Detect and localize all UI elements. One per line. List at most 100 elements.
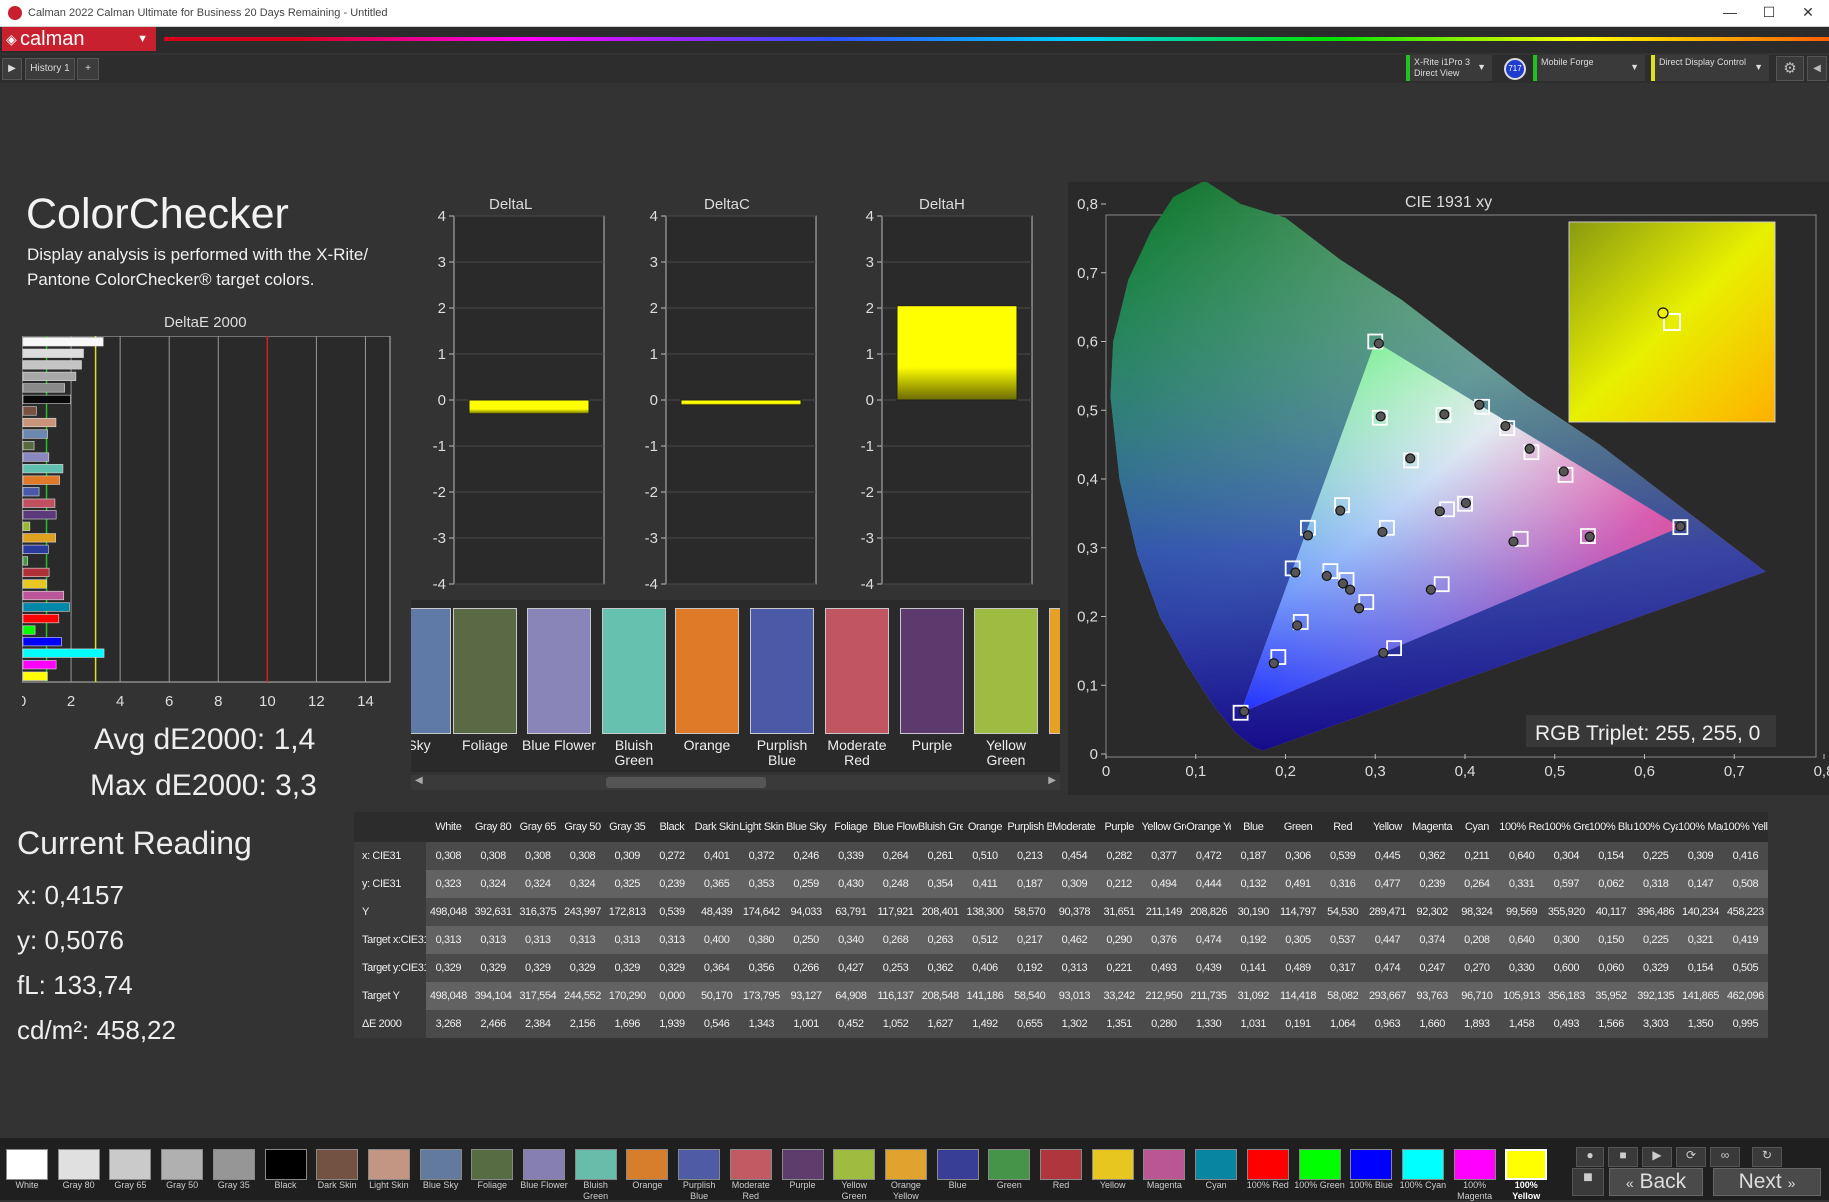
deltae-bar xyxy=(22,521,31,531)
stop-button[interactable]: ■ xyxy=(1572,1168,1604,1196)
play-button[interactable]: ▶ xyxy=(1642,1147,1672,1167)
bottom-swatch[interactable] xyxy=(212,1149,255,1180)
tab-scroll-left-button[interactable]: ▶ xyxy=(2,58,22,80)
bottom-swatch[interactable] xyxy=(109,1149,152,1180)
swatch-tile[interactable] xyxy=(974,608,1038,734)
bottom-swatch[interactable] xyxy=(1453,1149,1496,1180)
refresh-button[interactable]: ↻ xyxy=(1752,1147,1782,1167)
bottom-swatch[interactable] xyxy=(316,1149,359,1180)
cie-x-tick-label: 0,6 xyxy=(1634,763,1655,780)
tab-history-1[interactable]: History 1 xyxy=(25,58,75,80)
bottom-swatch[interactable] xyxy=(1350,1149,1393,1180)
table-cell: 0,313 xyxy=(1052,954,1097,982)
bottom-swatch[interactable] xyxy=(626,1149,669,1180)
cie-measured-point xyxy=(1524,443,1535,454)
cie-y-tick-label: 0,1 xyxy=(1077,677,1098,694)
table-cell: 212,950 xyxy=(1141,982,1187,1010)
settings-gear-icon[interactable]: ⚙ xyxy=(1776,56,1804,81)
maximize-button[interactable]: ☐ xyxy=(1754,4,1784,21)
bottom-swatch[interactable] xyxy=(523,1149,565,1180)
display-selector[interactable]: Direct Display Control ▼ xyxy=(1651,55,1769,81)
table-cell: 0,400 xyxy=(694,926,740,954)
bottom-swatch[interactable] xyxy=(1143,1149,1186,1180)
scroll-left-icon[interactable]: ◀ xyxy=(415,775,423,786)
swatch-tile[interactable] xyxy=(411,608,451,734)
bottom-swatch[interactable] xyxy=(988,1149,1031,1180)
loop-button[interactable]: ⟳ xyxy=(1676,1147,1706,1167)
table-cell: 0,411 xyxy=(962,870,1008,898)
scroll-right-icon[interactable]: ▶ xyxy=(1048,775,1056,786)
scrollbar-thumb[interactable] xyxy=(606,777,766,788)
loop-icon: ⟳ xyxy=(1685,1148,1697,1162)
add-tab-button[interactable]: + xyxy=(77,58,99,80)
delta-tick-label: 4 xyxy=(650,210,658,225)
record-button[interactable]: ● xyxy=(1576,1147,1604,1167)
swatch-tile[interactable] xyxy=(825,608,889,734)
bottom-swatch[interactable] xyxy=(1040,1149,1082,1180)
panel-expand-button[interactable]: ◀ xyxy=(1807,56,1827,81)
close-button[interactable]: ✕ xyxy=(1793,4,1823,21)
delta-tick-label: 2 xyxy=(438,300,446,317)
deltah-chart: 4 3 2 1 0 -1 -2 -3 -4 xyxy=(861,210,1033,593)
back-button[interactable]: « Back xyxy=(1609,1168,1703,1196)
deltae-tick-label: 6 xyxy=(165,693,173,710)
table-cell: 243,997 xyxy=(560,898,605,926)
delta-tick-label: -1 xyxy=(645,438,658,455)
bottom-swatch[interactable] xyxy=(833,1149,876,1180)
bottom-swatch[interactable] xyxy=(1505,1149,1548,1180)
swatch-tile[interactable] xyxy=(602,608,666,734)
meter-selector[interactable]: X-Rite i1Pro 3 Direct View ▼ xyxy=(1406,55,1492,81)
bottom-swatch[interactable] xyxy=(574,1149,617,1180)
table-cell: 0,419 xyxy=(1722,926,1768,954)
meter-badge[interactable]: 717 xyxy=(1504,58,1526,80)
table-cell: 211,149 xyxy=(1141,898,1187,926)
bottom-swatch[interactable] xyxy=(161,1149,204,1180)
cie-measured-point xyxy=(1439,409,1450,420)
cie-measured-point xyxy=(1321,570,1332,582)
bottom-swatch[interactable] xyxy=(1401,1149,1444,1180)
swatch-tile[interactable] xyxy=(675,608,739,734)
stop-icon: ■ xyxy=(1583,1169,1593,1186)
table-cell: 392,135 xyxy=(1633,982,1679,1010)
bottom-swatch[interactable] xyxy=(6,1149,48,1180)
bottom-swatch[interactable] xyxy=(419,1149,462,1180)
bottom-swatch[interactable] xyxy=(678,1149,721,1180)
bottom-swatch[interactable] xyxy=(471,1149,514,1180)
bottom-swatch-label: Gray 80 xyxy=(62,1180,95,1190)
deltae-bar xyxy=(22,464,64,474)
cie-y-tick-label: 0,8 xyxy=(1077,196,1098,213)
bottom-swatch[interactable] xyxy=(1298,1149,1341,1180)
table-cell: 0,444 xyxy=(1186,870,1231,898)
source-selector[interactable]: Mobile Forge ▼ xyxy=(1533,55,1645,81)
bottom-swatch[interactable] xyxy=(884,1149,927,1180)
table-cell: 0,416 xyxy=(1722,842,1768,870)
table-cell: 0,259 xyxy=(783,870,829,898)
swatch-tile[interactable] xyxy=(453,608,517,734)
bottom-swatch[interactable] xyxy=(729,1149,772,1180)
minimize-button[interactable]: — xyxy=(1715,4,1745,20)
bottom-swatch[interactable] xyxy=(1091,1149,1134,1180)
stop-small-button[interactable]: ■ xyxy=(1608,1147,1638,1167)
next-button[interactable]: Next » xyxy=(1713,1168,1821,1196)
bottom-swatch[interactable] xyxy=(936,1149,979,1180)
bottom-swatch[interactable] xyxy=(1195,1149,1238,1180)
table-cell: 116,137 xyxy=(873,982,918,1010)
cie-measured-point xyxy=(1434,506,1445,517)
bottom-swatch[interactable] xyxy=(367,1149,410,1180)
swatch-tile[interactable] xyxy=(1049,608,1060,734)
swatch-tile[interactable] xyxy=(900,608,964,734)
swatch-tile[interactable] xyxy=(750,608,814,734)
link-button[interactable]: ∞ xyxy=(1710,1147,1740,1167)
bottom-swatch[interactable] xyxy=(781,1149,824,1180)
table-cell: 0,447 xyxy=(1365,926,1410,954)
swatch-scrollbar[interactable]: ◀ ▶ xyxy=(411,775,1060,790)
bottom-swatch[interactable] xyxy=(264,1149,307,1180)
bottom-swatch[interactable] xyxy=(57,1149,100,1180)
table-cell: 0,439 xyxy=(1186,954,1231,982)
table-cell: 0,510 xyxy=(962,842,1008,870)
cie-measured-point xyxy=(1292,620,1303,631)
bottom-swatch[interactable] xyxy=(1246,1149,1289,1180)
bottom-swatch-label: Light Skin xyxy=(369,1180,409,1190)
swatch-tile[interactable] xyxy=(527,608,591,734)
calman-menu-button[interactable]: ◈ calman ▼ xyxy=(2,27,156,51)
